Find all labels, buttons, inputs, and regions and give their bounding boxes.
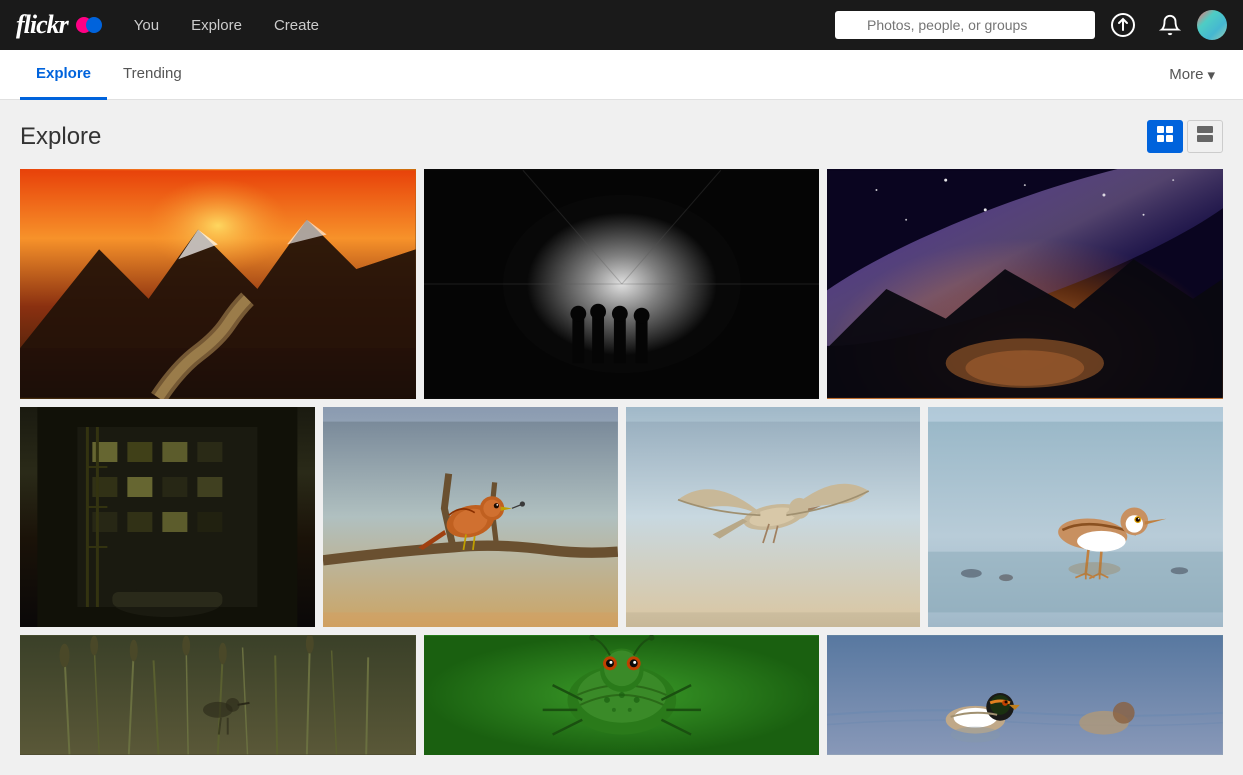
photo-svg-8 (20, 635, 416, 755)
subnav-explore[interactable]: Explore (20, 50, 107, 100)
explore-header: Explore (20, 120, 1223, 153)
chevron-down-icon: ▾ (1207, 66, 1215, 84)
nav-create[interactable]: Create (262, 0, 331, 50)
photo-svg-4 (20, 407, 315, 627)
view-toggle (1147, 120, 1223, 153)
flickr-dot-blue (86, 17, 102, 33)
grid-icon (1156, 125, 1174, 143)
photo-card[interactable] (928, 407, 1223, 627)
photo-svg-10 (827, 635, 1223, 755)
more-dropdown[interactable]: More ▾ (1161, 66, 1223, 84)
list-icon (1196, 125, 1214, 143)
upload-icon (1111, 13, 1135, 37)
more-label: More (1169, 66, 1203, 83)
photo-card[interactable] (20, 407, 315, 627)
photo-card[interactable] (424, 635, 820, 755)
sub-navigation: Explore Trending More ▾ (0, 50, 1243, 100)
photo-svg-7 (928, 407, 1223, 627)
photo-grid-top (20, 169, 1223, 399)
upload-button[interactable] (1103, 0, 1143, 50)
nav-you[interactable]: You (122, 0, 171, 50)
photo-svg-6 (626, 407, 921, 627)
page-title: Explore (20, 123, 101, 151)
flickr-logo[interactable]: flickr (16, 10, 106, 40)
list-view-button[interactable] (1187, 120, 1223, 153)
search-input[interactable] (835, 11, 1095, 39)
photo-card[interactable] (323, 407, 618, 627)
notifications-button[interactable] (1151, 0, 1189, 50)
photo-svg-9 (424, 635, 820, 755)
main-content: Explore (0, 100, 1243, 775)
subnav-trending[interactable]: Trending (107, 50, 198, 100)
photo-card[interactable] (626, 407, 921, 627)
photo-card[interactable] (827, 635, 1223, 755)
search-wrapper: 🔍 (835, 11, 1095, 39)
photo-grid-bot (20, 635, 1223, 755)
flickr-icon (76, 16, 106, 34)
bell-icon (1159, 14, 1181, 36)
avatar[interactable] (1197, 10, 1227, 40)
photo-svg-3 (827, 169, 1223, 399)
grid-view-button[interactable] (1147, 120, 1183, 153)
flickr-wordmark: flickr (16, 10, 68, 40)
nav-explore[interactable]: Explore (179, 0, 254, 50)
photo-card[interactable] (827, 169, 1223, 399)
top-navigation: flickr You Explore Create 🔍 (0, 0, 1243, 50)
photo-card[interactable] (20, 169, 416, 399)
photo-grid-mid (20, 407, 1223, 627)
photo-svg-1 (20, 169, 416, 399)
photo-svg-2 (424, 169, 820, 399)
photo-card[interactable] (20, 635, 416, 755)
photo-card[interactable] (424, 169, 820, 399)
photo-svg-5 (323, 407, 618, 627)
